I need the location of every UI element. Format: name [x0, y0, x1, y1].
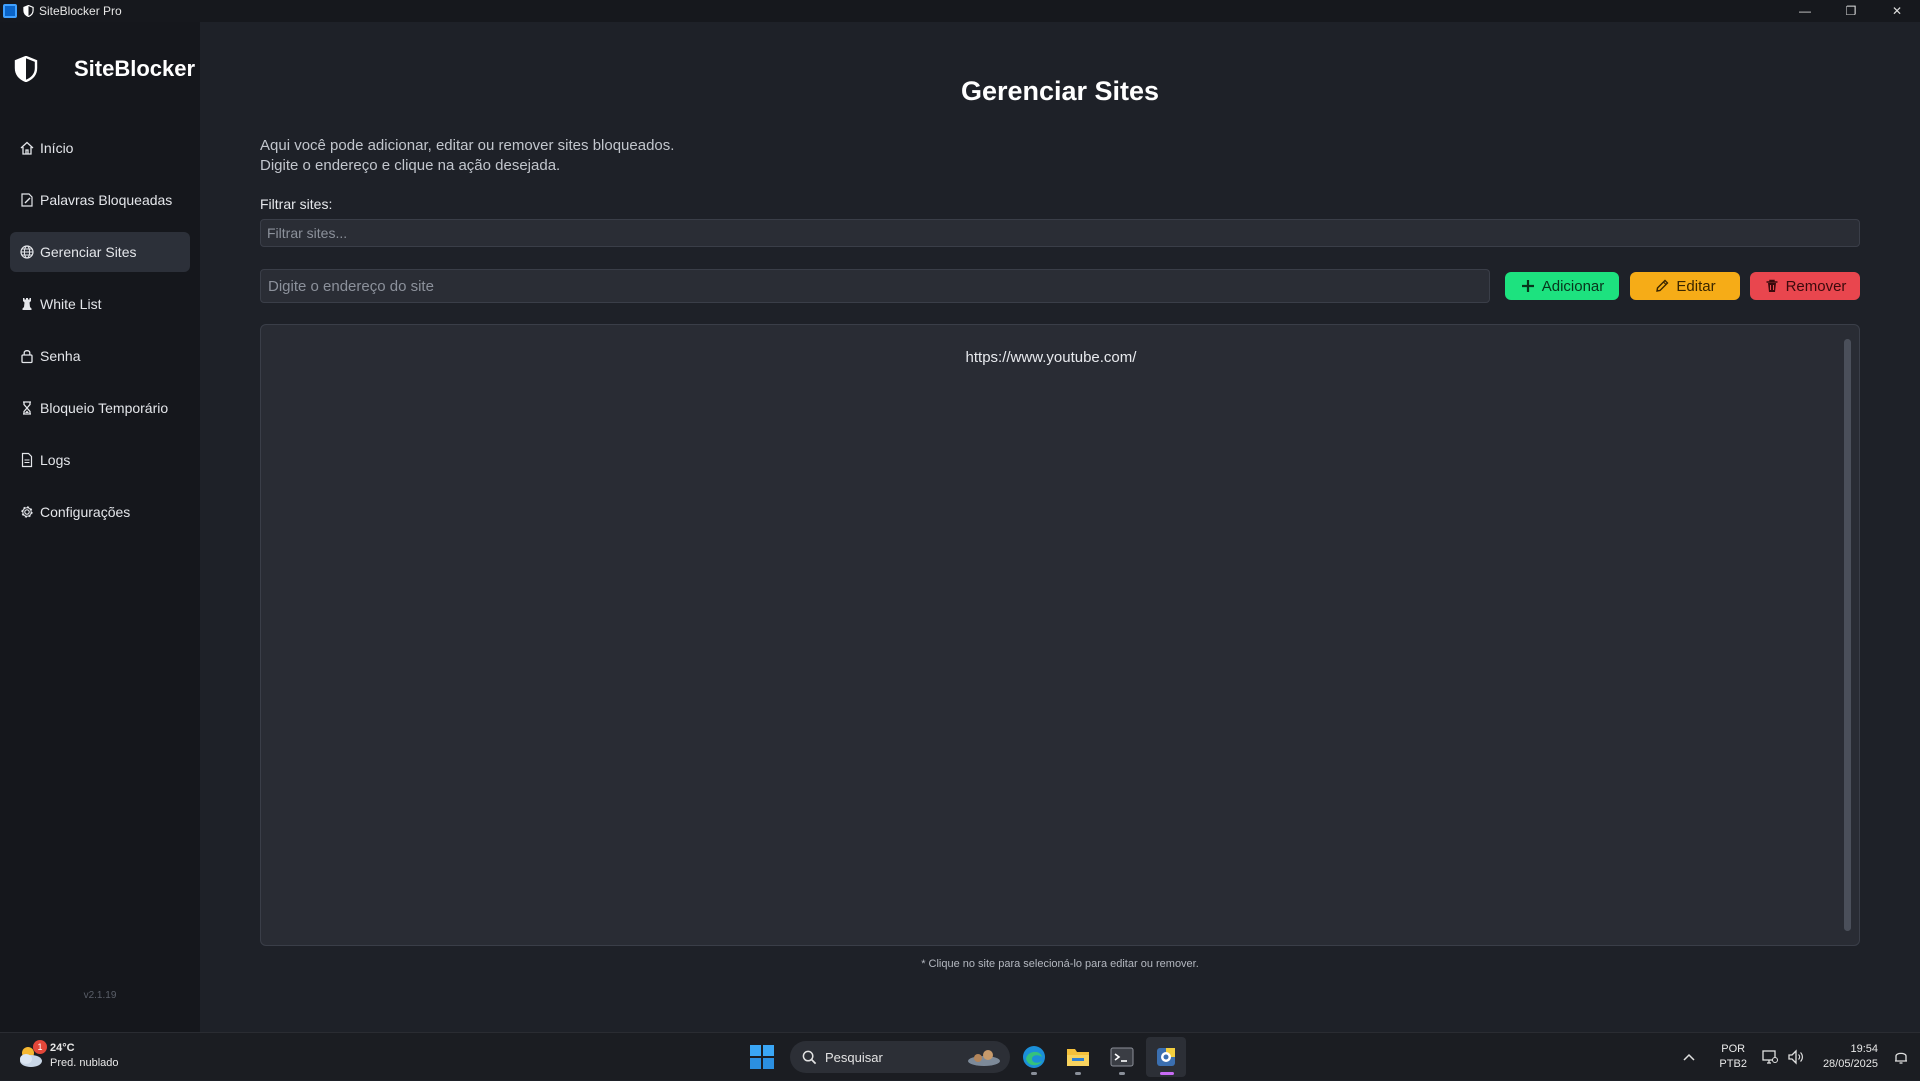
sidebar-item-gerenciar-sites[interactable]: Gerenciar Sites: [10, 232, 190, 272]
sidebar-item-palavras-bloqueadas[interactable]: Palavras Bloqueadas: [10, 180, 190, 220]
clock-date: 28/05/2025: [1822, 1058, 1878, 1070]
running-indicator: [1031, 1072, 1037, 1075]
language-code: POR: [1721, 1043, 1746, 1055]
filter-sites-input[interactable]: [260, 219, 1860, 247]
add-button[interactable]: Adicionar: [1505, 272, 1619, 300]
lock-icon: [21, 350, 33, 364]
sidebar-item-bloqueio-temporario[interactable]: Bloqueio Temporário: [10, 388, 190, 428]
taskbar-apps: Pesquisar: [744, 1037, 1186, 1077]
filter-label: Filtrar sites:: [260, 196, 333, 212]
volume-icon[interactable]: [1787, 1048, 1805, 1066]
add-button-label: Adicionar: [1541, 277, 1605, 295]
taskbar-siteblocker[interactable]: [1146, 1037, 1186, 1077]
folder-icon: [1067, 1049, 1089, 1066]
sidebar-item-label: Logs: [40, 452, 71, 468]
partly-cloudy-icon: 1: [16, 1040, 47, 1070]
sidebar-item-label: Bloqueio Temporário: [40, 400, 169, 416]
sidebar-item-label: White List: [40, 296, 102, 312]
window-titlebar: SiteBlocker Pro — ❐ ✕: [0, 0, 1920, 22]
scrollbar[interactable]: [1844, 339, 1851, 931]
window-title: SiteBlocker Pro: [39, 4, 122, 18]
running-indicator: [1160, 1072, 1174, 1075]
sidebar-item-label: Palavras Bloqueadas: [40, 192, 173, 208]
home-icon: [20, 141, 34, 155]
edit-button-label: Editar: [1676, 277, 1716, 295]
remove-button-label: Remover: [1785, 277, 1847, 295]
taskbar-file-explorer[interactable]: [1058, 1037, 1098, 1077]
remove-button[interactable]: Remover: [1750, 272, 1860, 300]
sidebar-item-label: Início: [40, 140, 74, 156]
system-tray: POR PTB2 19:54 28/05/2025: [1683, 1033, 1920, 1081]
keyboard-layout: PTB2: [1719, 1058, 1747, 1070]
chess-rook-icon: [22, 298, 32, 310]
terminal-icon: [1110, 1047, 1134, 1067]
minimize-button[interactable]: —: [1782, 0, 1828, 22]
edit-button[interactable]: Editar: [1630, 272, 1740, 300]
search-highlight-image: [968, 1050, 1000, 1066]
notification-bell-icon[interactable]: [1892, 1048, 1910, 1066]
notification-badge: 1: [33, 1040, 47, 1054]
brand: SiteBlocker: [14, 56, 195, 82]
trash-icon: [1766, 279, 1778, 292]
description-line: Aqui você pode adicionar, editar ou remo…: [260, 137, 675, 154]
sidebar-item-inicio[interactable]: Início: [10, 128, 190, 168]
edge-browser-icon: [1023, 1046, 1045, 1068]
hourglass-icon: [23, 401, 31, 415]
taskbar-edge[interactable]: [1014, 1037, 1054, 1077]
app-version: v2.1.19: [83, 990, 117, 1001]
scrollbar-thumb[interactable]: [1844, 339, 1851, 931]
site-address-input[interactable]: [260, 269, 1490, 303]
page-title: Gerenciar Sites: [960, 76, 1160, 106]
edit-document-icon: [21, 193, 33, 207]
sidebar-item-logs[interactable]: Logs: [10, 440, 190, 480]
network-icon[interactable]: [1761, 1048, 1779, 1066]
sidebar-item-senha[interactable]: Senha: [10, 336, 190, 376]
weather-widget[interactable]: 1 24°C Pred. nublado: [16, 1040, 119, 1071]
document-icon: [21, 452, 33, 468]
taskbar: 1 24°C Pred. nublado Pesquisar POR PTB2 …: [0, 1032, 1920, 1080]
restore-button[interactable]: ❐: [1828, 0, 1874, 22]
python-app-icon: [1157, 1048, 1175, 1066]
sidebar-item-label: Senha: [40, 348, 81, 364]
weather-description: Pred. nublado: [50, 1057, 119, 1069]
description-line: Digite o endereço e clique na ação desej…: [260, 157, 561, 174]
blocked-sites-list: https://www.youtube.com/: [260, 324, 1860, 946]
page-description: Aqui você pode adicionar, editar ou remo…: [260, 136, 674, 176]
plus-icon: [1521, 280, 1534, 292]
sidebar-item-white-list[interactable]: White List: [10, 284, 190, 324]
taskbar-search[interactable]: Pesquisar: [790, 1041, 1010, 1073]
close-button[interactable]: ✕: [1874, 0, 1920, 22]
app-window-icon: [3, 4, 17, 18]
brand-name: SiteBlocker: [74, 56, 196, 81]
shield-icon: [23, 5, 34, 17]
search-label: Pesquisar: [825, 1049, 883, 1065]
search-icon: [802, 1050, 817, 1064]
gear-icon: [21, 506, 33, 518]
windows-logo-icon: [750, 1045, 774, 1069]
start-button[interactable]: [744, 1039, 780, 1075]
main-content: Gerenciar Sites Aqui você pode adicionar…: [200, 22, 1920, 1032]
pencil-icon: [1656, 279, 1669, 292]
list-item[interactable]: https://www.youtube.com/: [261, 349, 1841, 366]
language-indicator[interactable]: POR PTB2: [1719, 1042, 1747, 1072]
sidebar-item-label: Configurações: [40, 504, 131, 520]
shield-logo-icon: [14, 56, 38, 82]
taskbar-terminal[interactable]: [1102, 1037, 1142, 1077]
weather-temperature: 24°C: [50, 1042, 75, 1054]
sidebar-item-configuracoes[interactable]: Configurações: [10, 492, 190, 532]
running-indicator: [1075, 1072, 1081, 1075]
chevron-up-icon[interactable]: [1683, 1050, 1695, 1064]
sidebar-nav: Início Palavras Bloqueadas Gerenciar Sit…: [10, 128, 190, 544]
sidebar-item-label: Gerenciar Sites: [40, 244, 137, 260]
running-indicator: [1119, 1072, 1125, 1075]
sidebar: SiteBlocker Início Palavras Bloqueadas G…: [0, 22, 200, 1032]
globe-icon: [20, 245, 34, 259]
hint-text: * Clique no site para selecioná-lo para …: [921, 958, 1199, 970]
clock-time: 19:54: [1850, 1043, 1878, 1055]
clock[interactable]: 19:54 28/05/2025: [1823, 1042, 1878, 1072]
